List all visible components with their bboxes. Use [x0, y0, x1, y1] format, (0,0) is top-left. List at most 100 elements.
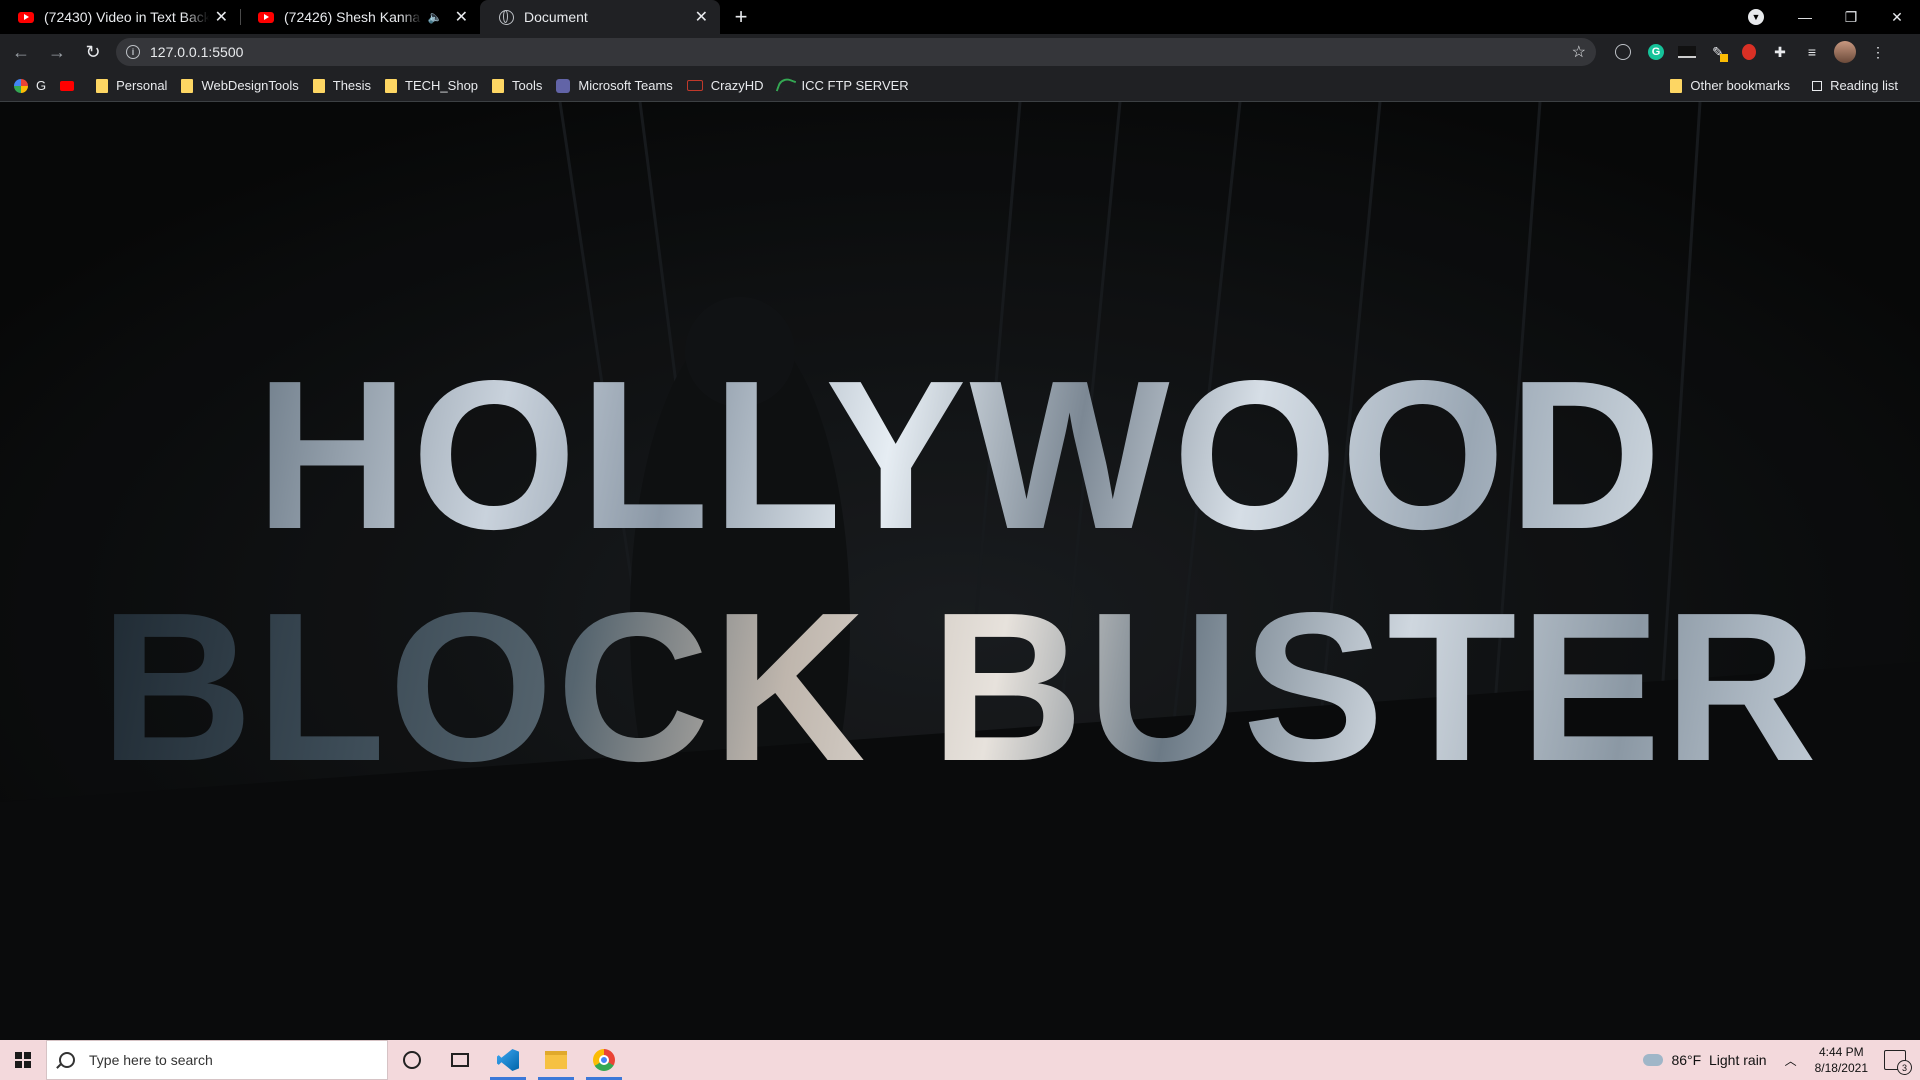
tab-strip: (72430) Video in Text Background ✕ (7242…	[0, 0, 1920, 34]
folder-icon	[181, 78, 194, 93]
reading-list-button[interactable]: Reading list	[1812, 78, 1898, 93]
minimize-button[interactable]: —	[1782, 0, 1828, 34]
windows-logo-icon	[15, 1052, 31, 1068]
notification-center-icon[interactable]: 3	[1884, 1050, 1912, 1075]
clock-date: 8/18/2021	[1814, 1061, 1868, 1075]
back-arrow-icon[interactable]: ←	[6, 37, 36, 67]
taskbar-search-box[interactable]: Type here to search	[46, 1040, 388, 1080]
tab-video-in-text-background[interactable]: (72430) Video in Text Background ✕	[0, 0, 240, 34]
bookmark-label: Tools	[512, 78, 543, 93]
bookmark-youtube[interactable]	[60, 80, 82, 91]
address-bar[interactable]: i 127.0.0.1:5500 ☆	[116, 38, 1596, 66]
bookmarks-bar: G Personal WebDesignTools Thesis TECH_Sh…	[0, 70, 1920, 102]
weather-temperature: 86°F	[1671, 1052, 1702, 1068]
tab-title: (72426) Shesh Kanna (Lofi Re	[284, 9, 422, 25]
search-placeholder[interactable]: Type here to search	[89, 1052, 213, 1068]
reload-icon[interactable]: ↻	[78, 37, 108, 67]
globe-icon	[498, 9, 514, 25]
tab-search-icon[interactable]: ▼	[1748, 9, 1764, 25]
youtube-icon	[60, 80, 75, 91]
bookmark-microsoft-teams[interactable]: Microsoft Teams	[556, 78, 673, 93]
system-tray: 86°F Light rain ︿ 4:44 PM 8/18/2021 3	[1643, 1040, 1920, 1080]
video-text-hero: HOLLYWOOD BLOCK BUSTER	[0, 102, 1920, 1040]
folder-icon	[492, 78, 505, 93]
media-queue-icon[interactable]: ≡	[1802, 42, 1822, 62]
ftp-icon	[775, 75, 796, 96]
bookmark-folder-thesis[interactable]: Thesis	[312, 78, 372, 93]
search-icon	[59, 1052, 75, 1068]
translate-globe-icon[interactable]	[1615, 44, 1631, 60]
rain-cloud-icon	[1643, 1054, 1664, 1066]
bookmark-folder-tech-shop[interactable]: TECH_Shop	[385, 78, 478, 93]
close-icon[interactable]: ✕	[215, 7, 228, 27]
bookmark-crazyhd[interactable]: CrazyHD	[686, 78, 764, 93]
bookmark-star-icon[interactable]: ☆	[1572, 42, 1586, 62]
profile-avatar[interactable]	[1834, 41, 1856, 63]
bookmark-folder-personal[interactable]: Personal	[96, 78, 167, 93]
extensions-puzzle-icon[interactable]: ✚	[1770, 42, 1790, 62]
task-view-icon	[451, 1053, 469, 1067]
folder-icon	[1670, 78, 1683, 93]
bookmark-label: CrazyHD	[710, 78, 764, 93]
chrome-taskbar-button[interactable]	[580, 1040, 628, 1080]
new-tab-button[interactable]: +	[724, 0, 758, 34]
weather-widget[interactable]: 86°F Light rain	[1643, 1052, 1767, 1068]
headline-line-1: HOLLYWOOD	[255, 336, 1665, 573]
folder-icon	[96, 78, 109, 93]
bookmark-label: G	[36, 78, 47, 93]
tab-document[interactable]: Document ✕	[480, 0, 720, 34]
speaker-muted-icon[interactable]: 🔈	[428, 10, 443, 24]
folder-icon	[545, 1051, 567, 1069]
video-extension-icon[interactable]	[1678, 46, 1696, 58]
reading-list-icon	[1812, 80, 1823, 91]
vscode-icon	[497, 1049, 519, 1071]
file-explorer-taskbar-button[interactable]	[532, 1040, 580, 1080]
cortana-circle-icon	[403, 1051, 421, 1069]
chevron-up-icon[interactable]: ︿	[1785, 1052, 1797, 1069]
extensions-area: G ✎ ✚ ≡ ⋮	[1606, 41, 1894, 63]
task-view-button[interactable]	[436, 1040, 484, 1080]
site-info-icon[interactable]: i	[126, 45, 140, 59]
bookmark-label: ICC FTP SERVER	[801, 78, 909, 93]
window-controls: ▼ — ❐ ✕	[1748, 0, 1920, 34]
youtube-icon	[258, 9, 274, 25]
bookmark-google[interactable]: G	[14, 78, 46, 93]
notification-count-badge: 3	[1897, 1060, 1912, 1075]
cortana-button[interactable]	[388, 1040, 436, 1080]
bookmark-label: Personal	[116, 78, 168, 93]
folder-icon	[312, 78, 325, 93]
bookmark-label: Thesis	[332, 78, 372, 93]
system-clock[interactable]: 4:44 PM 8/18/2021	[1815, 1044, 1868, 1076]
chrome-icon	[593, 1049, 615, 1071]
bookmark-label: WebDesignTools	[201, 78, 299, 93]
tab-shesh-kanna[interactable]: (72426) Shesh Kanna (Lofi Re 🔈 ✕	[240, 0, 480, 34]
reading-list-label: Reading list	[1830, 78, 1898, 93]
bookmarks-right: Other bookmarks Reading list	[1670, 78, 1920, 93]
close-icon[interactable]: ✕	[455, 7, 468, 27]
tab-title: Document	[524, 9, 588, 25]
teams-icon	[556, 78, 571, 93]
start-button[interactable]	[0, 1040, 46, 1080]
restore-button[interactable]: ❐	[1828, 0, 1874, 34]
browser-toolbar: ← → ↻ i 127.0.0.1:5500 ☆ G ✎ ✚ ≡ ⋮	[0, 34, 1920, 70]
forward-arrow-icon[interactable]: →	[42, 37, 72, 67]
bookmark-label: Other bookmarks	[1690, 78, 1791, 93]
bookmark-other-bookmarks[interactable]: Other bookmarks	[1670, 78, 1790, 93]
window-close-button[interactable]: ✕	[1874, 0, 1920, 34]
google-icon	[14, 78, 28, 93]
pen-extension-icon[interactable]: ✎	[1708, 42, 1728, 62]
vscode-taskbar-button[interactable]	[484, 1040, 532, 1080]
page-viewport: HOLLYWOOD BLOCK BUSTER	[0, 102, 1920, 1040]
weather-condition: Light rain	[1709, 1052, 1767, 1068]
url-text[interactable]: 127.0.0.1:5500	[150, 44, 1572, 60]
grammarly-icon[interactable]: G	[1648, 44, 1664, 60]
bookmark-icc-ftp-server[interactable]: ICC FTP SERVER	[775, 75, 909, 96]
bookmark-folder-webdesigntools[interactable]: WebDesignTools	[181, 78, 299, 93]
bookmark-folder-tools[interactable]: Tools	[492, 78, 542, 93]
hand-blocker-icon[interactable]	[1742, 44, 1756, 60]
tab-title: (72430) Video in Text Background	[44, 9, 209, 25]
more-menu-icon[interactable]: ⋮	[1868, 42, 1888, 62]
clock-time: 4:44 PM	[1818, 1045, 1864, 1059]
close-icon[interactable]: ✕	[695, 7, 708, 27]
folder-icon	[385, 78, 398, 93]
